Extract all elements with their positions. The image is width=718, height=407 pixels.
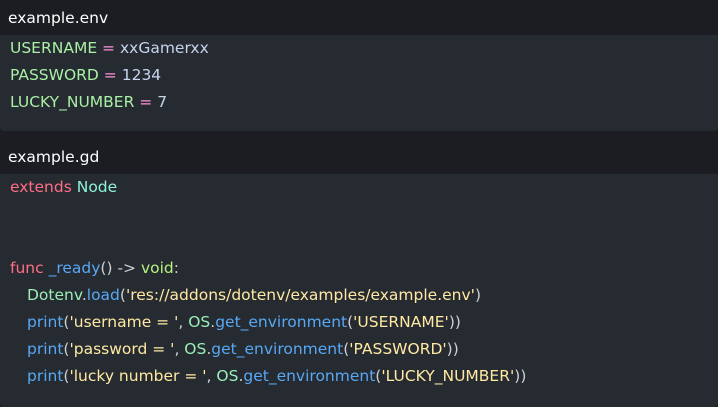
comma: , [174,340,185,358]
func-name: _ready [48,259,101,277]
get-environment-method: get_environment [215,313,348,331]
env-value: 7 [157,93,168,111]
env-value: xxGamerxx [119,39,209,57]
env-file-title: example.env [0,0,718,35]
load-path-string: 'res://addons/dotenv/examples/example.en… [125,286,475,304]
env-key-string: 'LUCKY_NUMBER' [381,367,515,385]
os-object: OS [216,367,239,385]
load-method: load [86,286,120,304]
paren-close: )) [446,340,459,358]
gd-line-func: func _ready() -> void: [0,255,718,282]
os-object: OS [188,313,211,331]
paren-close: )) [514,367,527,385]
get-environment-method: get_environment [243,367,376,385]
env-eq: = [97,39,120,57]
env-eq: = [134,93,158,111]
gd-line-extends: extends Node [0,174,718,201]
func-parens: () [100,259,113,277]
env-line-lucky-number: LUCKY_NUMBER = 7 [0,89,718,116]
env-value: 1234 [121,66,162,84]
comma: , [178,313,189,331]
gd-line-print-username: print('username = ', OS.get_environment(… [0,309,718,336]
env-file-panel: example.env USERNAME = xxGamerxx PASSWOR… [0,0,718,131]
env-eq: = [98,66,122,84]
env-key: PASSWORD [10,66,99,84]
env-key: LUCKY_NUMBER [10,93,135,111]
func-return-type: void [140,259,174,277]
os-object: OS [184,340,207,358]
keyword-func: func [10,259,44,277]
class-name: Node [76,178,118,196]
label-string: 'password = ' [69,340,175,358]
label-string: 'lucky number = ' [69,367,207,385]
gd-file-title: example.gd [0,139,718,174]
comma: , [206,367,217,385]
print-fn: print [27,367,64,385]
func-arrow: -> [112,259,141,277]
env-key-string: 'PASSWORD' [349,340,447,358]
env-key: USERNAME [10,39,98,57]
print-fn: print [27,340,64,358]
func-colon: : [173,259,179,277]
label-string: 'username = ' [69,313,179,331]
paren-close: )) [448,313,461,331]
env-line-password: PASSWORD = 1234 [0,62,718,89]
get-environment-method: get_environment [211,340,344,358]
gd-code-block[interactable]: extends Node func _ready() -> void: Dote… [0,174,718,407]
gd-line-load: Dotenv.load('res://addons/dotenv/example… [0,282,718,309]
print-fn: print [27,313,64,331]
gd-file-panel: example.gd extends Node func _ready() ->… [0,139,718,407]
dotenv-object: Dotenv [27,286,82,304]
paren-close: ) [474,286,481,304]
keyword-extends: extends [10,178,72,196]
gd-line-print-password: print('password = ', OS.get_environment(… [0,336,718,363]
env-key-string: 'USERNAME' [353,313,449,331]
env-line-username: USERNAME = xxGamerxx [0,35,718,62]
env-code-block[interactable]: USERNAME = xxGamerxx PASSWORD = 1234 LUC… [0,35,718,131]
blank-lines [0,201,718,255]
gd-line-print-lucky-number: print('lucky number = ', OS.get_environm… [0,363,718,390]
